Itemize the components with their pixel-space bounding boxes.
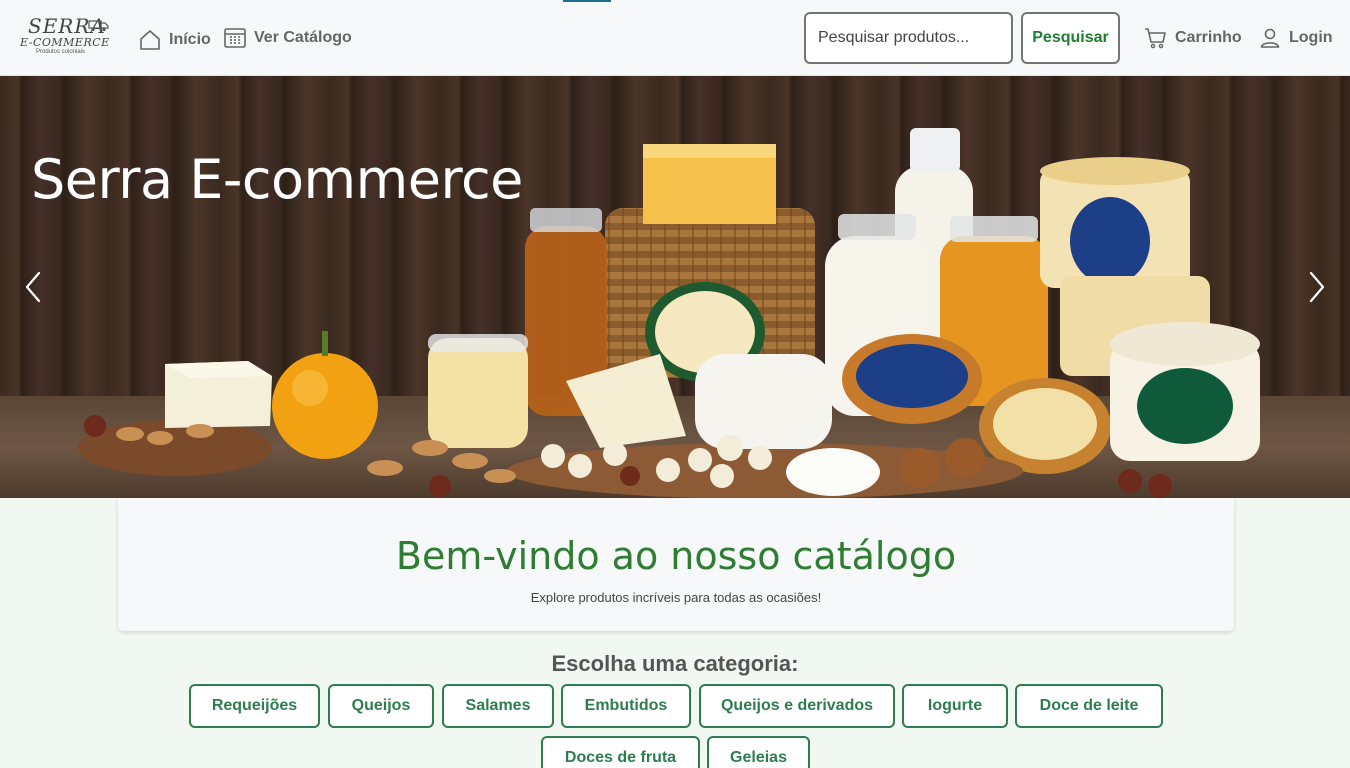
welcome-card: Bem-vindo ao nosso catálogo Explore prod…	[118, 498, 1234, 631]
nav-active-indicator	[563, 0, 611, 2]
hero-carousel: Serra E-commerce	[0, 76, 1350, 498]
welcome-title: Bem-vindo ao nosso catálogo	[395, 534, 957, 578]
carousel-prev-icon[interactable]	[24, 271, 44, 303]
carousel-next-icon[interactable]	[1306, 271, 1326, 303]
hero-products-illustration	[78, 128, 1260, 498]
nav-catalog-label: Ver Catálogo	[254, 29, 352, 46]
categories-title: Escolha uma categoria:	[551, 651, 799, 676]
nav-home-label: Início	[169, 31, 211, 48]
cart-icon	[1145, 28, 1166, 49]
nav-login-link[interactable]: Login	[1258, 26, 1333, 50]
category-button[interactable]: Doces de fruta	[541, 736, 700, 768]
nav-cart-link[interactable]: Carrinho	[1144, 26, 1242, 50]
category-button[interactable]: Embutidos	[561, 684, 691, 728]
user-icon	[1260, 28, 1280, 48]
welcome-subtitle: Explore produtos incríveis para todas as…	[530, 590, 822, 605]
catalog-icon	[224, 28, 246, 48]
logo-line-2: E-COMMERCE	[20, 36, 110, 49]
logo-tagline: Produtos coloniais	[36, 49, 86, 55]
category-button[interactable]: Queijos	[328, 684, 434, 728]
search-input[interactable]	[804, 12, 1013, 64]
navbar: SERRA E-COMMERCE Produtos coloniais Iníc…	[0, 0, 1350, 76]
nav-catalog-link[interactable]: Ver Catálogo	[223, 26, 352, 50]
category-button[interactable]: Requeijões	[189, 684, 320, 728]
search-button[interactable]: Pesquisar	[1021, 12, 1120, 64]
home-icon	[140, 30, 160, 50]
category-button[interactable]: Iogurte	[902, 684, 1008, 728]
category-button[interactable]: Doce de leite	[1015, 684, 1163, 728]
nav-home-link[interactable]: Início	[138, 28, 211, 52]
nav-login-label: Login	[1289, 29, 1333, 46]
truck-icon	[88, 20, 109, 32]
hero-title: Serra E-commerce	[31, 148, 523, 211]
category-button[interactable]: Geleias	[707, 736, 810, 768]
logo[interactable]: SERRA E-COMMERCE Produtos coloniais	[18, 14, 113, 60]
category-button[interactable]: Queijos e derivados	[699, 684, 895, 728]
category-button[interactable]: Salames	[442, 684, 554, 728]
nav-cart-label: Carrinho	[1175, 29, 1242, 46]
